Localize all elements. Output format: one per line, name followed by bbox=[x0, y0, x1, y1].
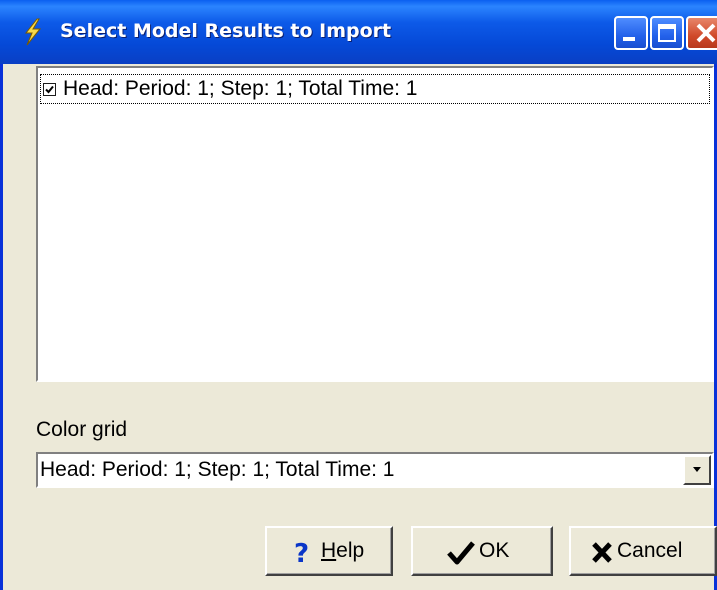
svg-text:?: ? bbox=[294, 540, 309, 566]
cancel-button[interactable]: Cancel bbox=[569, 526, 717, 576]
ok-button-label: OK bbox=[479, 539, 510, 562]
window-title: Select Model Results to Import bbox=[60, 20, 392, 42]
cancel-button-label: Cancel bbox=[617, 539, 683, 562]
help-button-label: Help bbox=[321, 539, 365, 562]
item-checkbox[interactable] bbox=[43, 83, 56, 96]
lightning-icon bbox=[20, 18, 46, 46]
dropdown-button[interactable] bbox=[683, 455, 711, 485]
checkmark-icon bbox=[447, 540, 475, 572]
maximize-button[interactable] bbox=[650, 16, 684, 50]
title-bar[interactable]: Select Model Results to Import bbox=[0, 0, 717, 64]
ok-button[interactable]: OK bbox=[411, 526, 553, 576]
list-item-label: Head: Period: 1; Step: 1; Total Time: 1 bbox=[63, 77, 418, 100]
color-grid-select[interactable]: Head: Period: 1; Step: 1; Total Time: 1 bbox=[36, 452, 714, 488]
x-mark-icon bbox=[591, 540, 613, 570]
minimize-button[interactable] bbox=[614, 16, 648, 50]
close-button[interactable] bbox=[686, 16, 717, 50]
results-list[interactable]: Head: Period: 1; Step: 1; Total Time: 1 bbox=[36, 66, 714, 382]
help-question-icon: ? bbox=[292, 539, 314, 572]
import-results-dialog: Select Model Results to Import Head: Per… bbox=[0, 0, 717, 590]
chevron-down-icon bbox=[693, 467, 701, 472]
help-button[interactable]: ? Help bbox=[265, 526, 393, 576]
color-grid-value: Head: Period: 1; Step: 1; Total Time: 1 bbox=[40, 458, 395, 481]
color-grid-label: Color grid bbox=[36, 418, 128, 441]
list-item[interactable]: Head: Period: 1; Step: 1; Total Time: 1 bbox=[40, 74, 710, 104]
checkmark-small-icon bbox=[45, 85, 54, 94]
